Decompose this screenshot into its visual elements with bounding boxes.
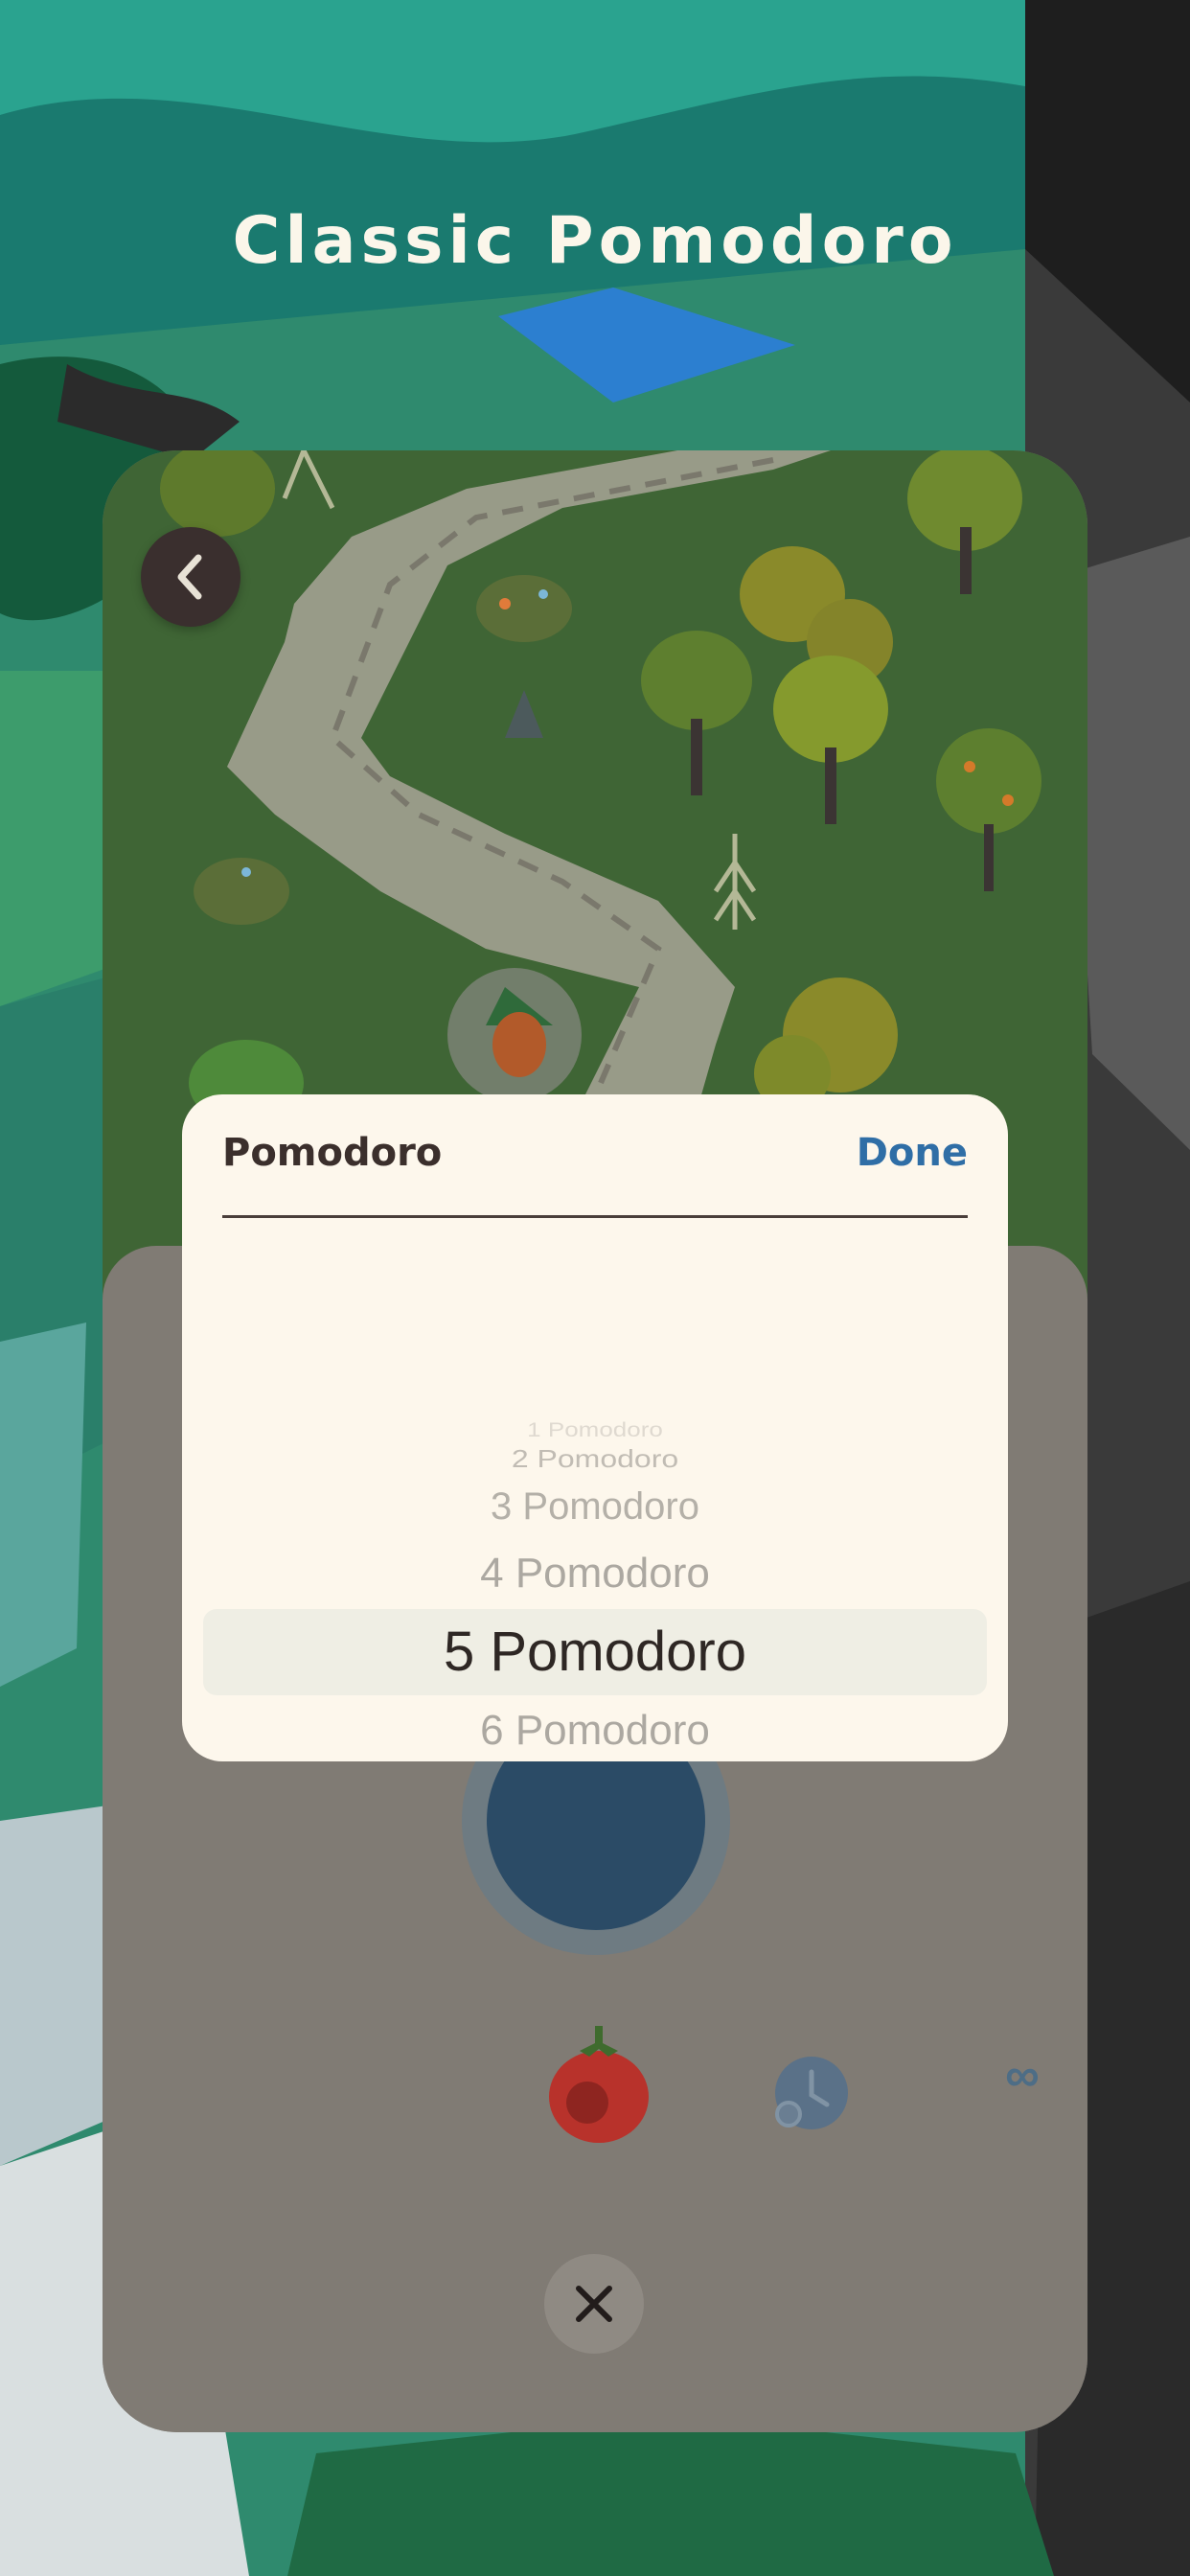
picker-option[interactable]: 4 Pomodoro — [182, 1552, 1008, 1595]
chevron-left-icon — [177, 554, 202, 600]
picker-option[interactable]: 5 Pomodoro — [182, 1624, 1008, 1680]
close-button[interactable] — [544, 2254, 644, 2354]
pomodoro-picker: Pomodoro Done 1 Pomodoro 2 Pomodoro 3 Pomo… — [182, 1094, 1008, 1761]
picker-divider — [222, 1215, 968, 1218]
done-button[interactable]: Done — [857, 1131, 968, 1175]
picker-title: Pomodoro — [222, 1131, 443, 1175]
infinity-icon[interactable]: ∞ — [994, 2051, 1051, 2099]
back-button[interactable] — [141, 527, 240, 627]
clock-settings-icon[interactable] — [771, 2053, 852, 2133]
picker-option[interactable]: 3 Pomodoro — [182, 1487, 1008, 1526]
pomodoro-wheel[interactable]: 1 Pomodoro 2 Pomodoro 3 Pomodoro 4 Pomodoro… — [182, 1257, 1008, 1761]
screen-headline: Classic Pomodoro — [232, 203, 958, 279]
tomato-icon[interactable] — [541, 2022, 656, 2147]
close-icon — [576, 2286, 612, 2322]
picker-option[interactable]: 6 Pomodoro — [182, 1710, 1008, 1752]
picker-option[interactable]: 2 Pomodoro — [182, 1446, 1008, 1471]
picker-option[interactable]: 1 Pomodoro — [182, 1420, 1008, 1440]
